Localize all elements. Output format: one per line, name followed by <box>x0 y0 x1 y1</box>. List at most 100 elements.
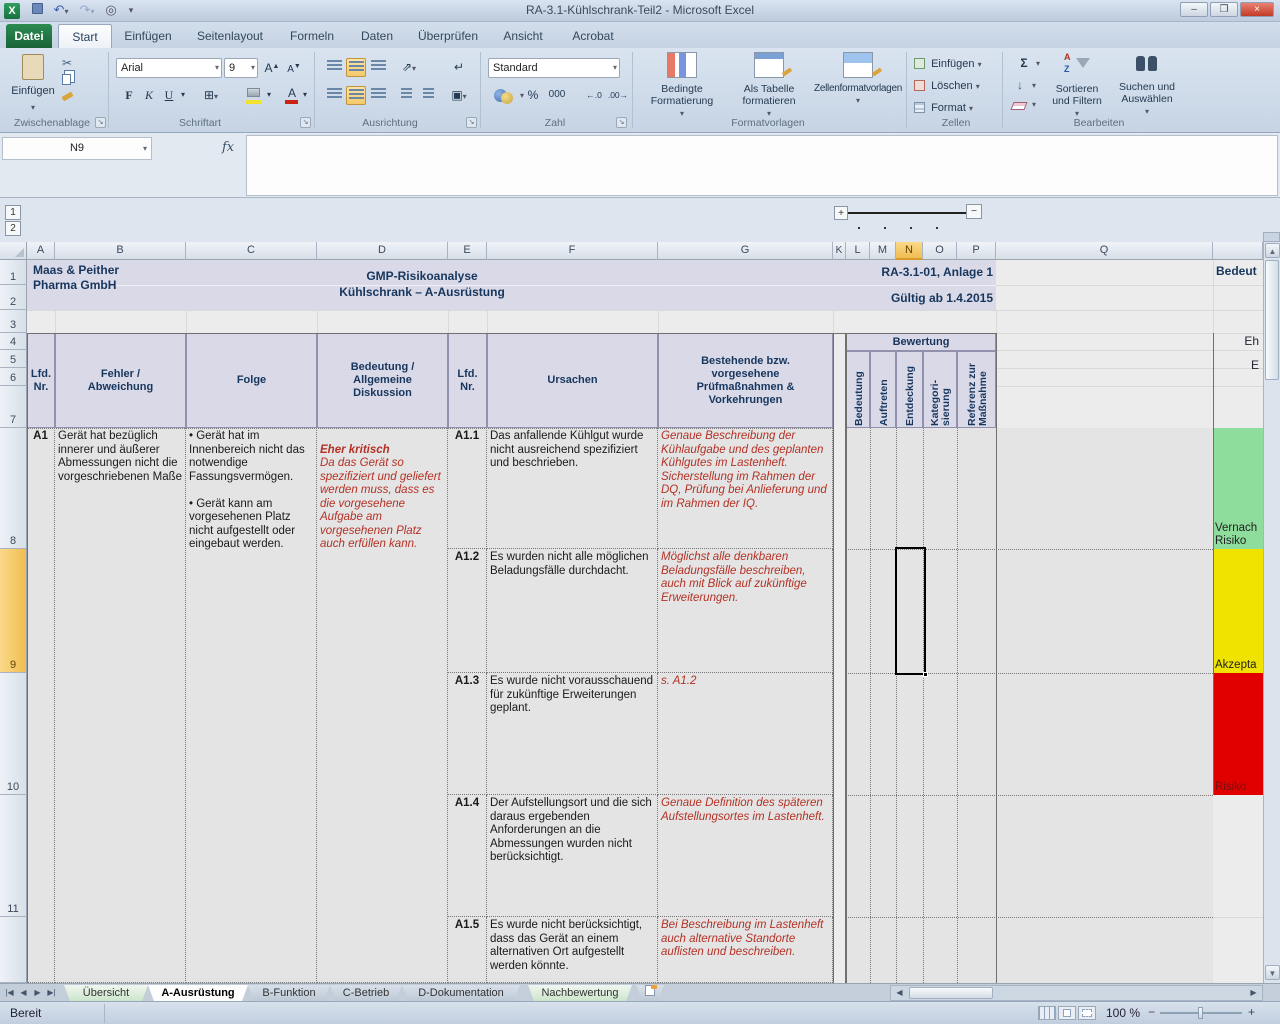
sheet-tab-b-funktion[interactable]: B-Funktion <box>248 985 330 1001</box>
grow-font-icon[interactable]: A▲ <box>262 58 282 77</box>
zoom-in-icon[interactable]: + <box>1248 1005 1255 1019</box>
scroll-right-icon[interactable]: ▶ <box>1247 986 1260 1000</box>
shrink-font-icon[interactable]: A▼ <box>284 58 304 77</box>
decrease-indent-icon[interactable] <box>396 86 416 105</box>
number-format-select[interactable]: Standard▾ <box>488 58 620 78</box>
outline-level-1-button[interactable]: 1 <box>5 205 21 220</box>
select-all-corner[interactable] <box>0 242 27 260</box>
insert-worksheet-icon[interactable] <box>636 985 664 1001</box>
prev-sheet-icon[interactable]: ◀ <box>17 986 30 1000</box>
sheet-tab-c-betrieb[interactable]: C-Betrieb <box>330 985 402 1001</box>
fill-icon[interactable]: ↓ <box>1010 76 1030 95</box>
tab-acrobat[interactable]: Acrobat <box>560 24 626 48</box>
tab-formeln[interactable]: Formeln <box>280 24 344 48</box>
col-header-q[interactable]: Q <box>996 242 1213 260</box>
cell-a11-ursache[interactable]: Das anfallende Kühlgut wurde nicht ausre… <box>487 428 658 549</box>
page-layout-view-icon[interactable] <box>1058 1006 1076 1020</box>
tab-seitenlayout[interactable]: Seitenlayout <box>184 24 276 48</box>
next-sheet-icon[interactable]: ▶ <box>31 986 44 1000</box>
header-bewertung[interactable]: Bewertung <box>846 333 996 351</box>
thousands-icon[interactable]: 000 <box>544 86 570 105</box>
row-header-4[interactable]: 4 <box>0 333 27 350</box>
tab-ansicht[interactable]: Ansicht <box>490 24 556 48</box>
row-header-8[interactable]: 8 <box>0 428 27 549</box>
close-button[interactable]: × <box>1240 2 1274 17</box>
increase-decimal-icon[interactable]: ←.0 <box>582 86 606 105</box>
page-break-view-icon[interactable] <box>1078 1006 1096 1020</box>
q-column-cells[interactable] <box>996 428 1213 983</box>
header-ursachen[interactable]: Ursachen <box>487 333 658 428</box>
insert-cells-button[interactable]: Einfügen ▾ <box>914 54 1000 74</box>
cell-a13-massnahme[interactable]: s. A1.2 <box>658 673 833 795</box>
number-dialog-launcher-icon[interactable]: ↘ <box>616 117 627 128</box>
last-sheet-icon[interactable]: ▶| <box>45 986 58 1000</box>
col-header-k[interactable]: K <box>833 242 846 260</box>
scroll-up-icon[interactable]: ▲ <box>1265 243 1280 258</box>
row-header-12[interactable] <box>0 917 27 983</box>
tab-einfuegen[interactable]: Einfügen <box>116 24 180 48</box>
merge-center-icon[interactable]: ▣▾ <box>446 86 472 105</box>
wrap-text-icon[interactable]: ↵ <box>446 58 472 77</box>
outline-level-2-button[interactable]: 2 <box>5 221 21 236</box>
formula-input[interactable] <box>246 135 1278 196</box>
row-header-3[interactable]: 3 <box>0 310 27 333</box>
col-header-n[interactable]: N <box>896 242 923 260</box>
conditional-formatting-button[interactable]: Bedingte Formatierung▾ <box>640 52 724 126</box>
font-color-caret-icon[interactable]: ▾ <box>300 86 310 105</box>
italic-button[interactable]: K <box>140 86 158 105</box>
orientation-icon[interactable]: ⇗▾ <box>396 58 422 77</box>
header-fehler[interactable]: Fehler / Abweichung <box>55 333 186 428</box>
cell-a13-id[interactable]: A1.3 <box>448 673 487 795</box>
header-bedeutung[interactable]: Bedeutung / Allgemeine Diskussion <box>317 333 448 428</box>
tab-daten[interactable]: Daten <box>348 24 406 48</box>
cell-a13-ursache[interactable]: Es wurde nicht vorausschauend für zukünf… <box>487 673 658 795</box>
alignment-dialog-launcher-icon[interactable]: ↘ <box>466 117 477 128</box>
cell-a15-id[interactable]: A1.5 <box>448 917 487 983</box>
percent-icon[interactable]: % <box>524 86 542 105</box>
row-header-10[interactable]: 10 <box>0 673 27 795</box>
zoom-out-icon[interactable]: − <box>1148 1005 1155 1019</box>
col-header-partial[interactable] <box>1213 242 1263 260</box>
format-painter-icon[interactable] <box>61 92 73 102</box>
delete-cells-button[interactable]: Löschen ▾ <box>914 76 1000 96</box>
col-header-p[interactable]: P <box>957 242 996 260</box>
currency-icon[interactable]: ▾ <box>494 88 518 104</box>
col-header-l[interactable]: L <box>846 242 870 260</box>
cell-a12-ursache[interactable]: Es wurden nicht alle möglichen Beladungs… <box>487 549 658 673</box>
vertical-scroll-thumb[interactable] <box>1265 260 1279 380</box>
spacer-column[interactable] <box>833 333 846 983</box>
outline-expand-icon[interactable]: + <box>834 206 848 220</box>
font-family-select[interactable]: Arial▾ <box>116 58 222 78</box>
fill-color-caret-icon[interactable]: ▾ <box>264 86 274 105</box>
horizontal-scrollbar[interactable]: ◀ ▶ <box>890 985 1263 1001</box>
col-header-o[interactable]: O <box>923 242 957 260</box>
row-header-6[interactable]: 6 <box>0 368 27 386</box>
col-header-a[interactable]: A <box>27 242 55 260</box>
clear-icon[interactable] <box>1010 102 1027 110</box>
find-select-button[interactable]: Suchen und Auswählen▾ <box>1112 52 1182 126</box>
sheet-tab-a-ausruestung[interactable]: A-Ausrüstung <box>148 985 248 1001</box>
sheet-tab-uebersicht[interactable]: Übersicht <box>64 985 148 1001</box>
header-rot-kategorisierung[interactable]: Kategori- sierung <box>923 351 957 428</box>
scroll-left-icon[interactable]: ◀ <box>893 986 906 1000</box>
tab-ueberpruefen[interactable]: Überprüfen <box>410 24 486 48</box>
fill-color-icon[interactable] <box>246 88 262 104</box>
horizontal-scroll-thumb[interactable] <box>909 987 993 999</box>
paste-button[interactable]: Einfügen ▾ <box>10 54 56 112</box>
row-header-2[interactable]: 2 <box>0 285 27 310</box>
row-header-1[interactable]: 1 <box>0 260 27 285</box>
risk-cell-red[interactable]: Risiko <box>1213 673 1263 795</box>
align-left-icon[interactable] <box>324 86 344 105</box>
header-rot-referenz[interactable]: Referenz zur Maßnahme <box>957 351 996 428</box>
font-dialog-launcher-icon[interactable]: ↘ <box>300 117 311 128</box>
copy-icon[interactable] <box>62 74 71 85</box>
header-rot-auftreten[interactable]: Auftreten <box>870 351 896 428</box>
vertical-split-handle[interactable] <box>1263 232 1280 242</box>
restore-button[interactable]: ❐ <box>1210 2 1238 17</box>
col-header-c[interactable]: C <box>186 242 317 260</box>
file-tab[interactable]: Datei <box>6 24 52 48</box>
col-header-b[interactable]: B <box>55 242 186 260</box>
align-right-icon[interactable] <box>368 86 388 105</box>
sort-filter-button[interactable]: A Z Sortieren und Filtern▾ <box>1046 52 1108 126</box>
header-folge[interactable]: Folge <box>186 333 317 428</box>
